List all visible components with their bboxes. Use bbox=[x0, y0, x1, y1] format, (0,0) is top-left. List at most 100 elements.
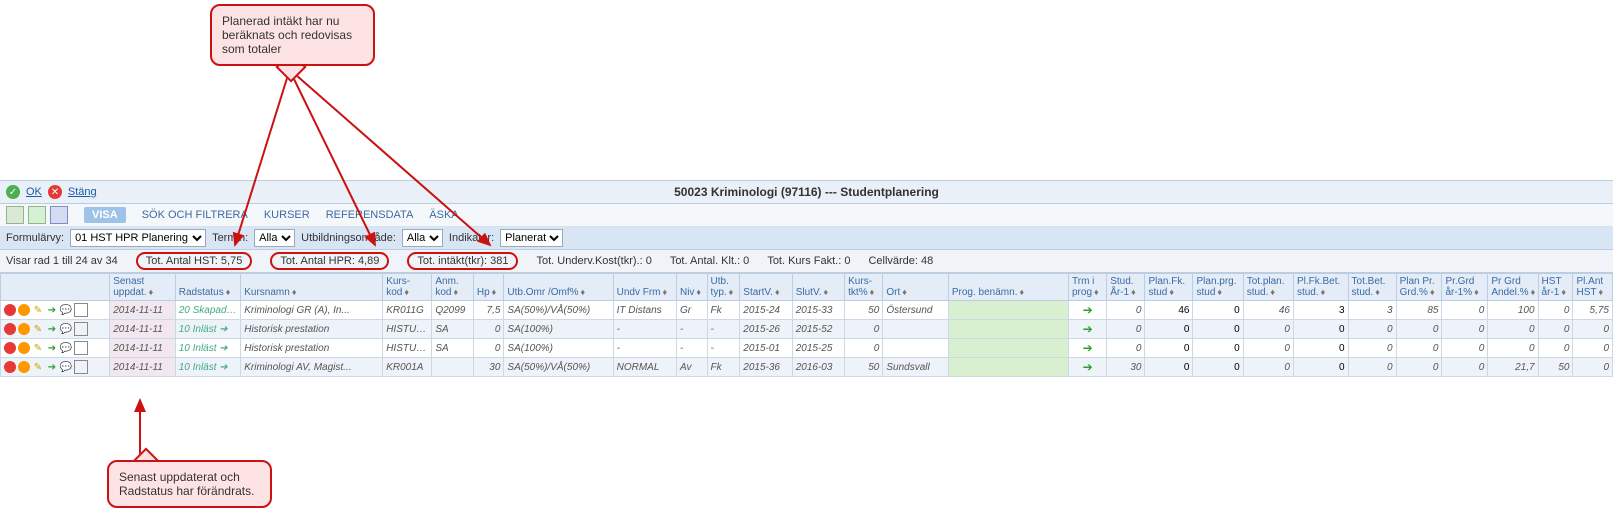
col-header[interactable]: Plan Pr. Grd.%♦ bbox=[1396, 274, 1442, 301]
cell: 2015-26 bbox=[740, 320, 792, 339]
col-header[interactable]: Undv Frm♦ bbox=[613, 274, 676, 301]
cell: ✎➔💬 bbox=[1, 301, 110, 320]
tab-sok[interactable]: SÖK OCH FILTRERA bbox=[142, 209, 248, 221]
row-status-orange-icon[interactable] bbox=[18, 342, 30, 354]
comment-icon[interactable]: 💬 bbox=[60, 304, 72, 316]
cell: - bbox=[707, 339, 740, 358]
cell: 2015-52 bbox=[792, 320, 844, 339]
col-header[interactable]: Kurs-kod♦ bbox=[383, 274, 432, 301]
cell: 0 bbox=[1243, 320, 1293, 339]
row-status-orange-icon[interactable] bbox=[18, 361, 30, 373]
cell: 0 bbox=[1442, 301, 1488, 320]
col-header[interactable]: Stud. År-1♦ bbox=[1107, 274, 1145, 301]
col-header[interactable]: SlutV.♦ bbox=[792, 274, 844, 301]
layout-icon[interactable] bbox=[50, 206, 68, 224]
row-status-red-icon[interactable] bbox=[4, 342, 16, 354]
cell: 46 bbox=[1145, 301, 1193, 320]
edit-icon[interactable]: ✎ bbox=[32, 342, 44, 354]
go-icon[interactable]: ➔ bbox=[46, 323, 58, 335]
cell: 0 bbox=[1193, 339, 1243, 358]
header-row: Senast uppdat.♦Radstatus♦Kursnamn♦Kurs-k… bbox=[1, 274, 1613, 301]
cell[interactable]: 10 Inläst ➔ bbox=[175, 320, 241, 339]
row-status-red-icon[interactable] bbox=[4, 323, 16, 335]
col-header[interactable]: Prog. benämn.♦ bbox=[948, 274, 1068, 301]
row-status-orange-icon[interactable] bbox=[18, 304, 30, 316]
col-header[interactable]: HST år-1♦ bbox=[1538, 274, 1573, 301]
cell: SA bbox=[432, 320, 474, 339]
cell[interactable]: 10 Inläst ➔ bbox=[175, 358, 241, 377]
excel-icon[interactable] bbox=[28, 206, 46, 224]
cell: 0 bbox=[473, 320, 504, 339]
col-header[interactable]: Pr Grd Andel.%♦ bbox=[1488, 274, 1538, 301]
go-icon[interactable]: ➔ bbox=[46, 304, 58, 316]
cell: 0 bbox=[1293, 358, 1348, 377]
cell: 0 bbox=[1145, 320, 1193, 339]
row-status-red-icon[interactable] bbox=[4, 304, 16, 316]
cell: 0 bbox=[1538, 301, 1573, 320]
comment-icon[interactable]: 💬 bbox=[60, 323, 72, 335]
tab-visa[interactable]: VISA bbox=[84, 207, 126, 223]
col-header[interactable]: Tot.Bet. stud.♦ bbox=[1348, 274, 1396, 301]
doc-icon[interactable] bbox=[6, 206, 24, 224]
row-checkbox[interactable] bbox=[74, 360, 88, 374]
comment-icon[interactable]: 💬 bbox=[60, 342, 72, 354]
col-header[interactable]: Pl.Ant HST♦ bbox=[1573, 274, 1613, 301]
col-header[interactable]: Pr.Grd år-1%♦ bbox=[1442, 274, 1488, 301]
col-header[interactable]: Senast uppdat.♦ bbox=[110, 274, 176, 301]
row-checkbox[interactable] bbox=[74, 303, 88, 317]
cell: 30 bbox=[473, 358, 504, 377]
col-header[interactable] bbox=[1, 274, 110, 301]
go-icon[interactable]: ➔ bbox=[46, 342, 58, 354]
cell[interactable]: 20 Skapad ➔ bbox=[175, 301, 241, 320]
status-tot-hst: Tot. Antal HST: 5,75 bbox=[136, 252, 253, 270]
edit-icon[interactable]: ✎ bbox=[32, 304, 44, 316]
cell bbox=[948, 358, 1068, 377]
annotation-bottom: Senast uppdaterat och Radstatus har förä… bbox=[107, 460, 272, 508]
cell: 0 bbox=[1442, 339, 1488, 358]
col-header[interactable]: Hp♦ bbox=[473, 274, 504, 301]
utbomr-select[interactable]: Alla bbox=[402, 229, 443, 247]
col-header[interactable]: Tot.plan. stud.♦ bbox=[1243, 274, 1293, 301]
col-header[interactable]: Plan.prg. stud♦ bbox=[1193, 274, 1243, 301]
cell: 46 bbox=[1243, 301, 1293, 320]
cell: ✎➔💬 bbox=[1, 358, 110, 377]
cell[interactable]: ➔ bbox=[1069, 320, 1107, 339]
col-header[interactable]: Kurs-tkt%♦ bbox=[845, 274, 883, 301]
col-header[interactable]: Utb. typ.♦ bbox=[707, 274, 740, 301]
cell[interactable]: ➔ bbox=[1069, 339, 1107, 358]
indikator-select[interactable]: Planerat bbox=[500, 229, 563, 247]
col-header[interactable]: Anm. kod♦ bbox=[432, 274, 474, 301]
formularvy-select[interactable]: 01 HST HPR Planering bbox=[70, 229, 206, 247]
cell[interactable]: ➔ bbox=[1069, 301, 1107, 320]
go-icon[interactable]: ➔ bbox=[46, 361, 58, 373]
row-status-red-icon[interactable] bbox=[4, 361, 16, 373]
col-header[interactable]: Utb.Omr /Omf%♦ bbox=[504, 274, 613, 301]
tab-aska[interactable]: ÄSKA bbox=[429, 209, 458, 221]
edit-icon[interactable]: ✎ bbox=[32, 323, 44, 335]
termin-select[interactable]: Alla bbox=[254, 229, 295, 247]
col-header[interactable]: Trm i prog♦ bbox=[1069, 274, 1107, 301]
cell: Kriminologi GR (A), In... bbox=[241, 301, 383, 320]
col-header[interactable]: Plan.Fk. stud♦ bbox=[1145, 274, 1193, 301]
indikator-label: Indikator: bbox=[449, 232, 494, 244]
tab-kurser[interactable]: KURSER bbox=[264, 209, 310, 221]
col-header[interactable]: Ort♦ bbox=[883, 274, 949, 301]
col-header[interactable]: StartV.♦ bbox=[740, 274, 792, 301]
col-header[interactable]: Radstatus♦ bbox=[175, 274, 241, 301]
utbomr-label: Utbildningsområde: bbox=[301, 232, 396, 244]
cell: 0 bbox=[1145, 339, 1193, 358]
edit-icon[interactable]: ✎ bbox=[32, 361, 44, 373]
close-link[interactable]: Stäng bbox=[68, 186, 97, 198]
tab-referens[interactable]: REFERENSDATA bbox=[326, 209, 414, 221]
ok-link[interactable]: OK bbox=[26, 186, 42, 198]
row-status-orange-icon[interactable] bbox=[18, 323, 30, 335]
cell[interactable]: ➔ bbox=[1069, 358, 1107, 377]
col-header[interactable]: Pl.Fk.Bet. stud.♦ bbox=[1293, 274, 1348, 301]
grid-wrapper: Senast uppdat.♦Radstatus♦Kursnamn♦Kurs-k… bbox=[0, 273, 1613, 377]
col-header[interactable]: Kursnamn♦ bbox=[241, 274, 383, 301]
comment-icon[interactable]: 💬 bbox=[60, 361, 72, 373]
row-checkbox[interactable] bbox=[74, 341, 88, 355]
cell[interactable]: 10 Inläst ➔ bbox=[175, 339, 241, 358]
col-header[interactable]: Niv♦ bbox=[676, 274, 707, 301]
row-checkbox[interactable] bbox=[74, 322, 88, 336]
